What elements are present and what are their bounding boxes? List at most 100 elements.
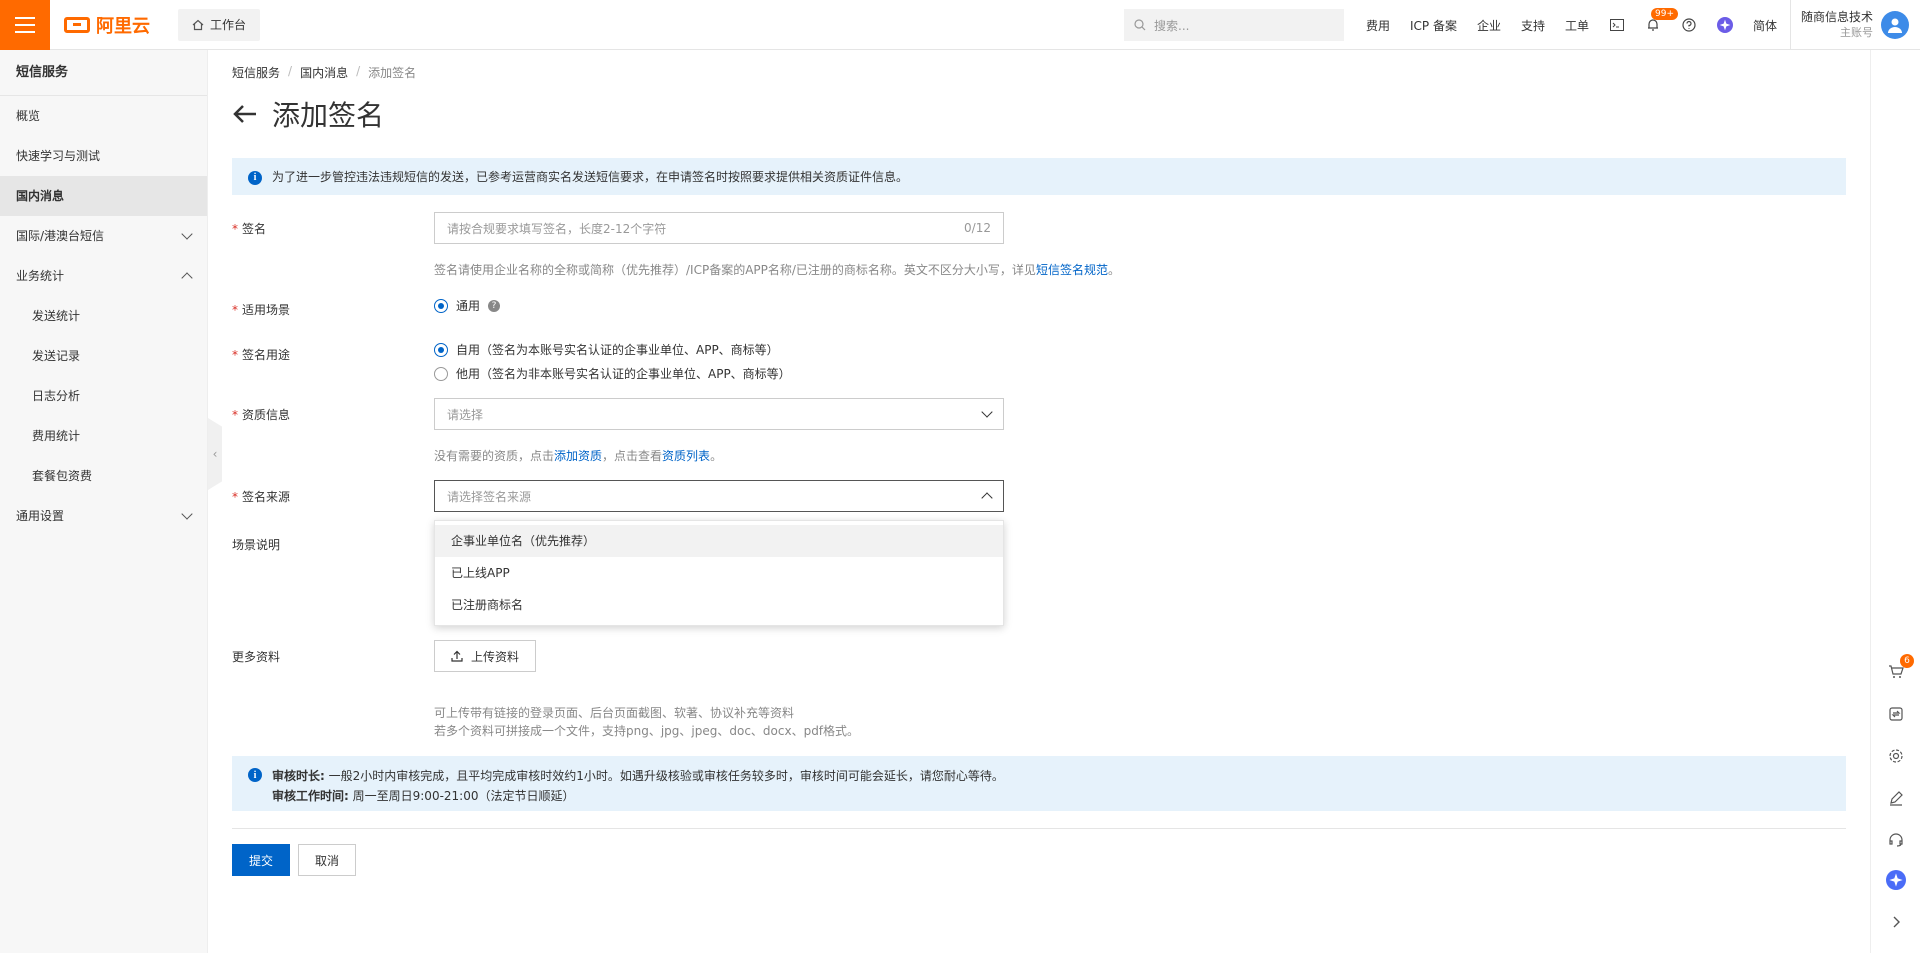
sidebar-item-label: 通用设置 <box>16 509 65 523</box>
sidebar-item-label: 发送统计 <box>32 309 81 323</box>
user-role: 主账号 <box>1840 26 1874 39</box>
review-hours-text: 周一至周日9:00-21:00（法定节日顺延） <box>348 789 575 803</box>
sidebar-item-cost-stats[interactable]: 费用统计 <box>0 416 207 456</box>
sidebar-item-settings[interactable]: 通用设置 <box>0 496 207 536</box>
avatar[interactable] <box>1881 11 1910 39</box>
scene-desc-label: 场景说明 <box>232 538 281 552</box>
logo[interactable]: 阿里云 <box>64 12 150 38</box>
source-label: * 签名来源 <box>232 490 291 504</box>
scene-radio-general[interactable]: 通用 ? <box>434 297 501 314</box>
chevron-left-icon: ‹ <box>212 447 218 461</box>
sidebar-item-international[interactable]: 国际/港澳台短信 <box>0 216 207 256</box>
add-qualification-link[interactable]: 添加资质 <box>554 449 602 463</box>
source-dropdown: 企事业单位名（优先推荐） 已上线APP 已注册商标名 <box>434 520 1004 626</box>
sidebar-item-label: 费用统计 <box>32 429 81 443</box>
chevron-down-icon <box>981 406 993 418</box>
edit-icon[interactable] <box>1886 788 1906 808</box>
back-arrow-icon[interactable] <box>232 104 258 124</box>
nav-icp[interactable]: ICP 备案 <box>1410 17 1457 34</box>
review-notice: i 审核时长: 一般2小时内审核完成，且平均完成审核时效约1小时。如遇升级核验或… <box>232 756 1846 811</box>
info-notice: i 为了进一步管控违法违规短信的发送，已参考运营商实名发送短信要求，在申请签名时… <box>232 158 1846 195</box>
upload-help-line: 可上传带有链接的登录页面、后台页面截图、软著、协议补充等资料 <box>434 706 795 720</box>
sidebar-item-label: 快速学习与测试 <box>16 149 101 163</box>
cart-icon[interactable]: 6 <box>1886 654 1914 682</box>
cancel-button[interactable]: 取消 <box>298 844 356 876</box>
sidebar-item-statistics[interactable]: 业务统计 <box>0 256 207 296</box>
workbench-button[interactable]: 工作台 <box>178 8 261 41</box>
breadcrumb-item[interactable]: 短信服务 <box>232 64 280 81</box>
sidebar-title: 短信服务 <box>0 50 207 96</box>
breadcrumb-item[interactable]: 国内消息 <box>300 64 348 81</box>
signature-label: * 签名 <box>232 222 267 236</box>
upload-help: 可上传带有链接的登录页面、后台页面截图、软著、协议补充等资料 若多个资料可拼接成… <box>434 704 859 740</box>
upload-icon <box>451 650 463 662</box>
ai-assistant-icon[interactable] <box>1886 870 1906 890</box>
source-placeholder: 请选择签名来源 <box>447 489 532 504</box>
qualification-placeholder: 请选择 <box>447 407 484 422</box>
sidebar-item-label: 国内消息 <box>16 189 65 203</box>
signature-placeholder: 请按合规要求填写签名，长度2-12个字符 <box>447 221 667 236</box>
bell-icon[interactable]: 99+ <box>1645 8 1679 33</box>
qualification-select[interactable]: 请选择 <box>434 398 1004 430</box>
dropdown-option[interactable]: 企事业单位名（优先推荐） <box>435 525 1003 557</box>
radio-label: 自用（签名为本账号实名认证的企事业单位、APP、商标等） <box>456 343 779 357</box>
dropdown-option[interactable]: 已注册商标名 <box>435 589 1003 621</box>
gear-icon[interactable] <box>1886 746 1906 766</box>
ai-assistant-icon[interactable] <box>1717 17 1734 33</box>
nav-billing[interactable]: 费用 <box>1366 17 1390 34</box>
user-icon <box>1888 18 1903 33</box>
nav-enterprise[interactable]: 企业 <box>1477 17 1501 34</box>
search-input[interactable]: 搜索... <box>1124 9 1344 41</box>
signature-input[interactable]: 请按合规要求填写签名，长度2-12个字符 0/12 <box>434 212 1004 244</box>
radio-unchecked[interactable] <box>434 366 448 381</box>
brand-name: 阿里云 <box>96 15 150 37</box>
submit-button[interactable]: 提交 <box>232 844 290 876</box>
home-icon <box>192 19 204 30</box>
headset-icon[interactable] <box>1886 830 1906 850</box>
user-menu[interactable]: 随商信息技术 主账号 <box>1790 0 1920 50</box>
sidebar-item-label: 发送记录 <box>32 349 81 363</box>
usage-label: * 签名用途 <box>232 348 291 362</box>
radio-checked[interactable] <box>434 298 448 313</box>
nav-support[interactable]: 支持 <box>1521 17 1545 34</box>
sidebar-item-send-stats[interactable]: 发送统计 <box>0 296 207 336</box>
right-rail: 6 <box>1870 50 1920 953</box>
usage-radio-other[interactable]: 他用（签名为非本账号实名认证的企事业单位、APP、商标等） <box>434 365 791 382</box>
language-switch[interactable]: 简体 <box>1753 17 1777 34</box>
source-select[interactable]: 请选择签名来源 <box>434 480 1004 512</box>
sidebar-item-label: 概览 <box>16 109 41 123</box>
page-title: 添加签名 <box>272 99 385 132</box>
help-icon[interactable] <box>1681 17 1697 33</box>
sidebar-item-quickstart[interactable]: 快速学习与测试 <box>0 136 207 176</box>
qualification-help: 没有需要的资质，点击添加资质，点击查看资质列表。 <box>434 449 723 463</box>
sidebar-item-label: 日志分析 <box>32 389 81 403</box>
question-icon[interactable]: ? <box>488 299 501 312</box>
usage-radio-self[interactable]: 自用（签名为本账号实名认证的企事业单位、APP、商标等） <box>434 341 779 358</box>
sidebar-item-log-analysis[interactable]: 日志分析 <box>0 376 207 416</box>
user-name: 随商信息技术 <box>1801 10 1874 24</box>
upload-label: 上传资料 <box>471 649 520 664</box>
sidebar-item-packages[interactable]: 套餐包资费 <box>0 456 207 496</box>
signature-rules-link[interactable]: 短信签名规范 <box>1036 263 1108 277</box>
review-duration-text: 一般2小时内审核完成，且平均完成审核时效约1小时。如遇升级核验或审核任务较多时，… <box>324 769 1004 783</box>
info-icon: i <box>248 768 262 782</box>
review-duration-title: 审核时长: <box>272 769 325 783</box>
sidebar-collapse-handle[interactable]: ‹ <box>208 418 222 490</box>
sidebar-item-overview[interactable]: 概览 <box>0 96 207 136</box>
workbench-label: 工作台 <box>210 18 247 32</box>
review-hours-title: 审核工作时间: <box>272 789 349 803</box>
qualification-list-link[interactable]: 资质列表 <box>662 449 710 463</box>
terminal-icon[interactable] <box>1609 17 1625 33</box>
menu-icon[interactable] <box>0 0 50 50</box>
radio-checked[interactable] <box>434 342 448 357</box>
sidebar-item-domestic[interactable]: 国内消息 <box>0 176 207 216</box>
upload-button[interactable]: 上传资料 <box>434 640 537 672</box>
nav-ticket[interactable]: 工单 <box>1565 17 1589 34</box>
chevron-right-icon[interactable] <box>1886 912 1906 932</box>
sidebar-item-send-records[interactable]: 发送记录 <box>0 336 207 376</box>
info-icon: i <box>248 170 262 185</box>
sync-icon[interactable] <box>1886 704 1906 724</box>
dropdown-option[interactable]: 已上线APP <box>435 557 1003 589</box>
logo-mark-icon <box>64 16 90 33</box>
search-placeholder: 搜索... <box>1154 18 1190 33</box>
